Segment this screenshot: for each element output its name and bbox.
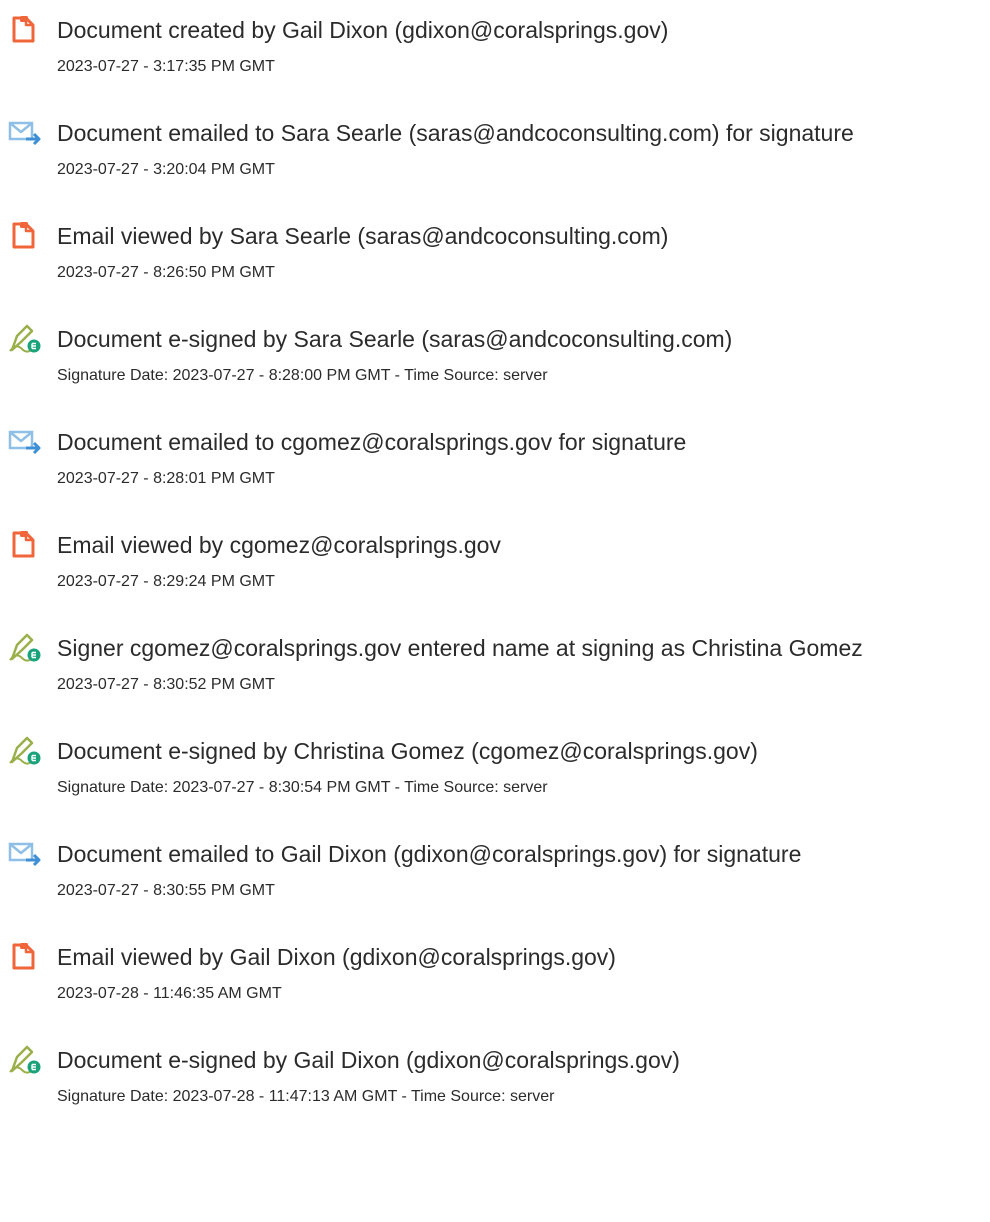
event-timestamp: 2023-07-27 - 8:28:01 PM GMT	[57, 470, 275, 487]
event-timestamp: 2023-07-27 - 8:29:24 PM GMT	[57, 573, 275, 590]
event-timestamp: Signature Date: 2023-07-27 - 8:30:54 PM …	[57, 779, 548, 796]
document-icon	[8, 941, 42, 971]
event-description: Document created by Gail Dixon (gdixon@c…	[57, 17, 669, 43]
audit-event: Document e-signed by Sara Searle (saras@…	[0, 323, 990, 403]
event-description: Document e-signed by Christina Gomez (cg…	[57, 738, 758, 764]
audit-event: Document created by Gail Dixon (gdixon@c…	[0, 14, 990, 94]
event-timestamp: 2023-07-27 - 3:17:35 PM GMT	[57, 58, 275, 75]
audit-event: Signer cgomez@coralsprings.gov entered n…	[0, 632, 990, 712]
event-description: Document e-signed by Gail Dixon (gdixon@…	[57, 1047, 680, 1073]
event-timestamp: 2023-07-27 - 3:20:04 PM GMT	[57, 161, 275, 178]
event-timestamp: 2023-07-27 - 8:30:52 PM GMT	[57, 676, 275, 693]
esign-pen-icon	[8, 632, 42, 662]
audit-trail-list: Document created by Gail Dixon (gdixon@c…	[0, 0, 990, 1222]
event-description: Email viewed by cgomez@coralsprings.gov	[57, 532, 501, 558]
event-description: Email viewed by Sara Searle (saras@andco…	[57, 223, 669, 249]
event-timestamp: 2023-07-27 - 8:26:50 PM GMT	[57, 264, 275, 281]
document-icon	[8, 529, 42, 559]
event-timestamp: 2023-07-28 - 11:46:35 AM GMT	[57, 985, 282, 1002]
audit-event: Email viewed by Sara Searle (saras@andco…	[0, 220, 990, 300]
event-description: Signer cgomez@coralsprings.gov entered n…	[57, 635, 863, 661]
audit-event: Document emailed to cgomez@coralsprings.…	[0, 426, 990, 506]
event-timestamp: Signature Date: 2023-07-28 - 11:47:13 AM…	[57, 1088, 555, 1105]
audit-event: Document emailed to Sara Searle (saras@a…	[0, 117, 990, 197]
esign-pen-icon	[8, 1044, 42, 1074]
email-send-icon	[8, 426, 42, 456]
event-timestamp: 2023-07-27 - 8:30:55 PM GMT	[57, 882, 275, 899]
esign-pen-icon	[8, 323, 42, 353]
audit-event: Email viewed by cgomez@coralsprings.gov …	[0, 529, 990, 609]
audit-event: Email viewed by Gail Dixon (gdixon@coral…	[0, 941, 990, 1021]
email-send-icon	[8, 117, 42, 147]
audit-event: Document e-signed by Christina Gomez (cg…	[0, 735, 990, 815]
event-description: Document emailed to Sara Searle (saras@a…	[57, 120, 854, 146]
audit-event: Document emailed to Gail Dixon (gdixon@c…	[0, 838, 990, 918]
event-description: Email viewed by Gail Dixon (gdixon@coral…	[57, 944, 616, 970]
event-description: Document e-signed by Sara Searle (saras@…	[57, 326, 733, 352]
audit-event: Document e-signed by Gail Dixon (gdixon@…	[0, 1044, 990, 1124]
event-timestamp: Signature Date: 2023-07-27 - 8:28:00 PM …	[57, 367, 548, 384]
esign-pen-icon	[8, 735, 42, 765]
event-description: Document emailed to cgomez@coralsprings.…	[57, 429, 687, 455]
document-icon	[8, 220, 42, 250]
email-send-icon	[8, 838, 42, 868]
event-description: Document emailed to Gail Dixon (gdixon@c…	[57, 841, 802, 867]
document-icon	[8, 14, 42, 44]
